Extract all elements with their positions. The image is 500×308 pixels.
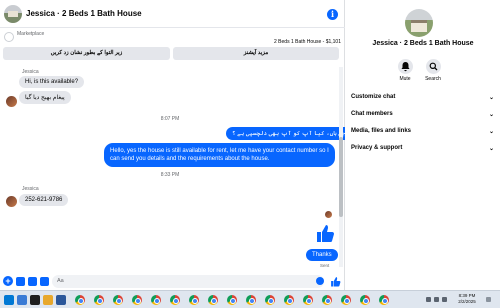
chrome-icon[interactable] (303, 295, 313, 305)
conversation-details-pane: Jessica · 2 Beds 1 Bath House Mute Searc… (346, 0, 500, 290)
mark-as-pending-button[interactable]: زیر التوا کے بطور نشان زد کریں (3, 47, 170, 60)
network-icon[interactable] (426, 297, 431, 302)
marketplace-label: Marketplace (17, 31, 45, 37)
message-bubble-outgoing[interactable]: Hello, yes the house is still available … (104, 143, 335, 167)
sender-avatar[interactable] (6, 196, 17, 207)
chrome-icon[interactable] (170, 295, 180, 305)
chrome-icon[interactable] (151, 295, 161, 305)
section-label: Customize chat (351, 94, 396, 100)
sticker-icon[interactable] (28, 277, 37, 286)
chrome-icon[interactable] (208, 295, 218, 305)
listing-photo[interactable] (405, 9, 433, 37)
chevron-down-icon: ⌄ (488, 129, 494, 135)
chrome-icon[interactable] (189, 295, 199, 305)
media-files-links-section[interactable]: Media, files and links ⌄ (351, 128, 496, 140)
conversation-title[interactable]: Jessica · 2 Beds 1 Bath House (26, 9, 142, 18)
mute-button[interactable]: Mute (392, 59, 418, 82)
chrome-icon[interactable] (284, 295, 294, 305)
chat-members-section[interactable]: Chat members ⌄ (351, 111, 496, 123)
details-title: Jessica · 2 Beds 1 Bath House (372, 40, 474, 47)
file-explorer-icon[interactable] (43, 295, 53, 305)
plus-icon[interactable]: + (3, 276, 13, 286)
sent-status: Sent (320, 263, 330, 268)
chrome-icon[interactable] (322, 295, 332, 305)
search-button[interactable]: Search (420, 59, 446, 82)
mute-label: Mute (399, 76, 411, 82)
volume-icon[interactable] (434, 297, 439, 302)
chrome-icon[interactable] (246, 295, 256, 305)
message-input[interactable]: Aa (52, 275, 324, 288)
search-icon (425, 59, 441, 74)
chat-header: Jessica · 2 Beds 1 Bath House i (0, 0, 345, 28)
sender-name: Jessica (22, 186, 39, 192)
more-options-button[interactable]: مزید آپشنز (173, 47, 339, 60)
like-icon[interactable] (330, 276, 341, 287)
info-icon[interactable]: i (327, 9, 338, 20)
composer-bar: + Aa (0, 273, 345, 290)
sender-name: Jessica (22, 69, 39, 75)
message-list: Jessica Hi, is this available? پیغام بھی… (0, 63, 345, 271)
chrome-icon[interactable] (360, 295, 370, 305)
thumbs-up-icon[interactable] (315, 223, 335, 243)
system-clock[interactable]: 8:39 PM 2/2/2025 (454, 293, 480, 305)
windows-taskbar: 8:39 PM 2/2/2025 (0, 290, 500, 308)
listing-summary[interactable]: 2 Beds 1 Bath House - $1,101 (274, 39, 341, 45)
chrome-icon[interactable] (227, 295, 237, 305)
clock-date: 2/2/2025 (458, 299, 476, 304)
privacy-support-section[interactable]: Privacy & support ⌄ (351, 145, 496, 157)
app-icon[interactable] (56, 295, 66, 305)
bell-icon (397, 59, 413, 74)
chat-pane: Jessica · 2 Beds 1 Bath House i Marketpl… (0, 0, 345, 290)
section-label: Chat members (351, 111, 393, 117)
chrome-icon[interactable] (94, 295, 104, 305)
terminal-icon[interactable] (30, 295, 40, 305)
chrome-icon[interactable] (265, 295, 275, 305)
message-bubble-incoming[interactable]: Hi, is this available? (19, 76, 85, 88)
message-scrollbar[interactable] (339, 67, 343, 267)
battery-icon[interactable] (442, 297, 447, 302)
chevron-down-icon: ⌄ (488, 95, 494, 101)
message-bubble-incoming[interactable]: 252-621-9786 (19, 194, 69, 206)
message-bubble-incoming[interactable]: پیغام بھیج دیا گیا (19, 91, 71, 104)
emoji-icon[interactable] (316, 277, 324, 285)
chrome-icon[interactable] (379, 295, 389, 305)
sender-avatar[interactable] (6, 96, 17, 107)
section-label: Media, files and links (351, 128, 412, 134)
chrome-icon[interactable] (132, 295, 142, 305)
messenger-window: Jessica · 2 Beds 1 Bath House i Marketpl… (0, 0, 500, 308)
message-bubble-outgoing[interactable]: جی ہاں، کیا آپ کو آپ بھی دلچسپی ہے ؟ (226, 127, 345, 140)
marketplace-icon (4, 32, 14, 42)
chrome-icon[interactable] (341, 295, 351, 305)
message-bubble-outgoing[interactable]: Thanks (306, 249, 338, 261)
conversation-avatar[interactable] (4, 5, 22, 23)
chevron-down-icon: ⌄ (488, 146, 494, 152)
section-label: Privacy & support (351, 145, 403, 151)
start-icon[interactable] (4, 295, 14, 305)
timestamp-separator: 8:33 PM (160, 172, 180, 178)
chrome-icon[interactable] (75, 295, 85, 305)
read-receipt-avatar (325, 211, 332, 218)
marketplace-banner: Marketplace 2 Beds 1 Bath House - $1,101 (0, 29, 345, 47)
timestamp-separator: 8:07 PM (160, 116, 180, 122)
chrome-icon[interactable] (113, 295, 123, 305)
gif-icon[interactable] (40, 277, 49, 286)
chevron-down-icon: ⌄ (488, 112, 494, 118)
scrollbar-thumb[interactable] (339, 137, 343, 217)
notification-icon[interactable] (486, 297, 491, 302)
search-label: Search (425, 76, 441, 82)
image-icon[interactable] (16, 277, 25, 286)
quick-reply-bar: زیر التوا کے بطور نشان زد کریں مزید آپشن… (3, 47, 342, 61)
customize-chat-section[interactable]: Customize chat ⌄ (351, 94, 496, 106)
widgets-icon[interactable] (17, 295, 27, 305)
